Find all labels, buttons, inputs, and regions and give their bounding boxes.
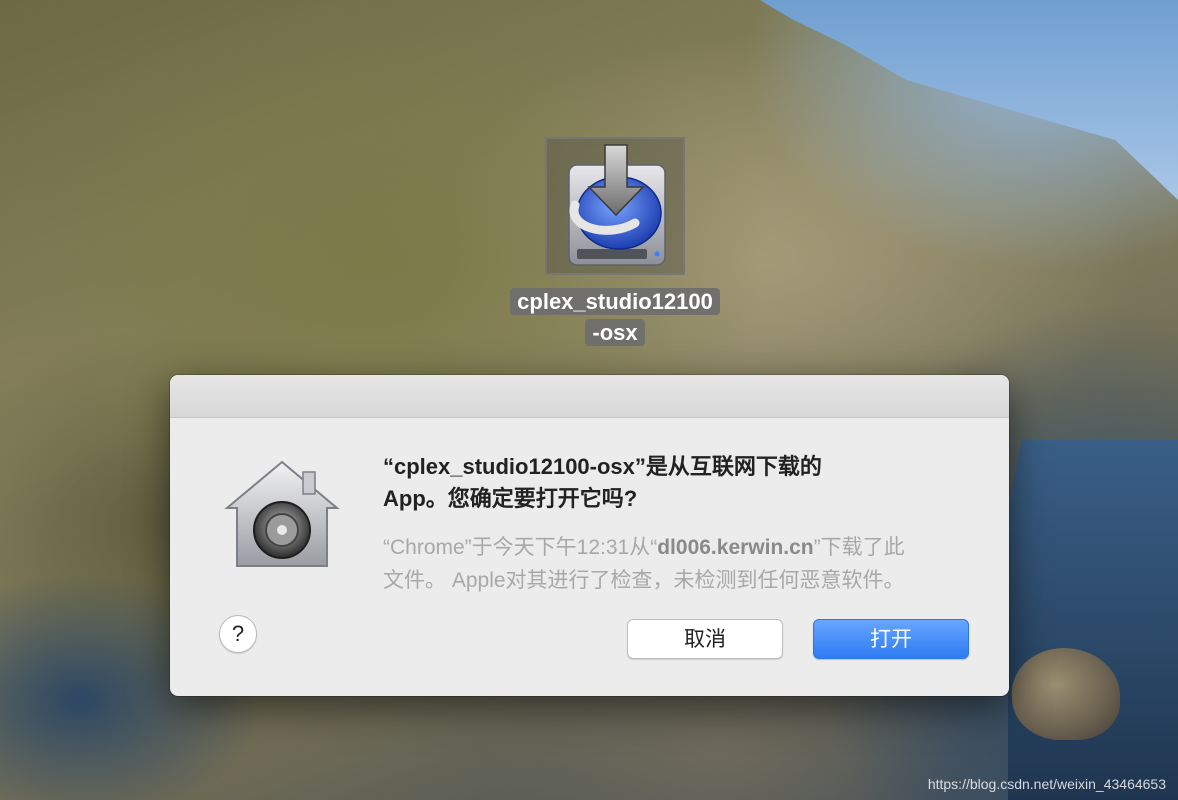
info-prefix: “Chrome”于今天下午12:31从“ bbox=[383, 536, 658, 559]
desktop-icon-label[interactable]: cplex_studio12100 -osx bbox=[496, 286, 734, 348]
dialog-title-line1: “cplex_studio12100-osx”是从互联网下载的 bbox=[383, 454, 822, 479]
info-suffix: ”下载了此 bbox=[813, 536, 905, 559]
info-domain: dl006.kerwin.cn bbox=[657, 536, 814, 559]
dialog-title: “cplex_studio12100-osx”是从互联网下载的 App。您确定要… bbox=[383, 451, 963, 515]
dialog-info-text: “Chrome”于今天下午12:31从“dl006.kerwin.cn”下载了此… bbox=[383, 531, 993, 597]
cancel-button[interactable]: 取消 bbox=[627, 619, 783, 659]
wallpaper-sky bbox=[760, 0, 1178, 200]
gatekeeper-lock-icon bbox=[224, 460, 340, 567]
desktop-icon-label-line1: cplex_studio12100 bbox=[510, 288, 720, 315]
installer-disk-icon bbox=[568, 144, 666, 266]
help-button[interactable]: ? bbox=[219, 615, 257, 653]
dialog-titlebar[interactable] bbox=[170, 375, 1009, 418]
watermark-text: https://blog.csdn.net/weixin_43464653 bbox=[927, 776, 1166, 792]
desktop-icon-label-line2: -osx bbox=[585, 319, 645, 346]
open-button[interactable]: 打开 bbox=[813, 619, 969, 659]
wallpaper-rock bbox=[1012, 648, 1120, 740]
dialog-title-line2: App。您确定要打开它吗? bbox=[383, 486, 638, 511]
wallpaper-sea bbox=[1008, 440, 1178, 800]
desktop-disk-image[interactable] bbox=[545, 137, 685, 275]
open-confirmation-dialog: “cplex_studio12100-osx”是从互联网下载的 App。您确定要… bbox=[170, 375, 1009, 696]
info-line2: 文件。 Apple对其进行了检查，未检测到任何恶意软件。 bbox=[383, 569, 905, 592]
